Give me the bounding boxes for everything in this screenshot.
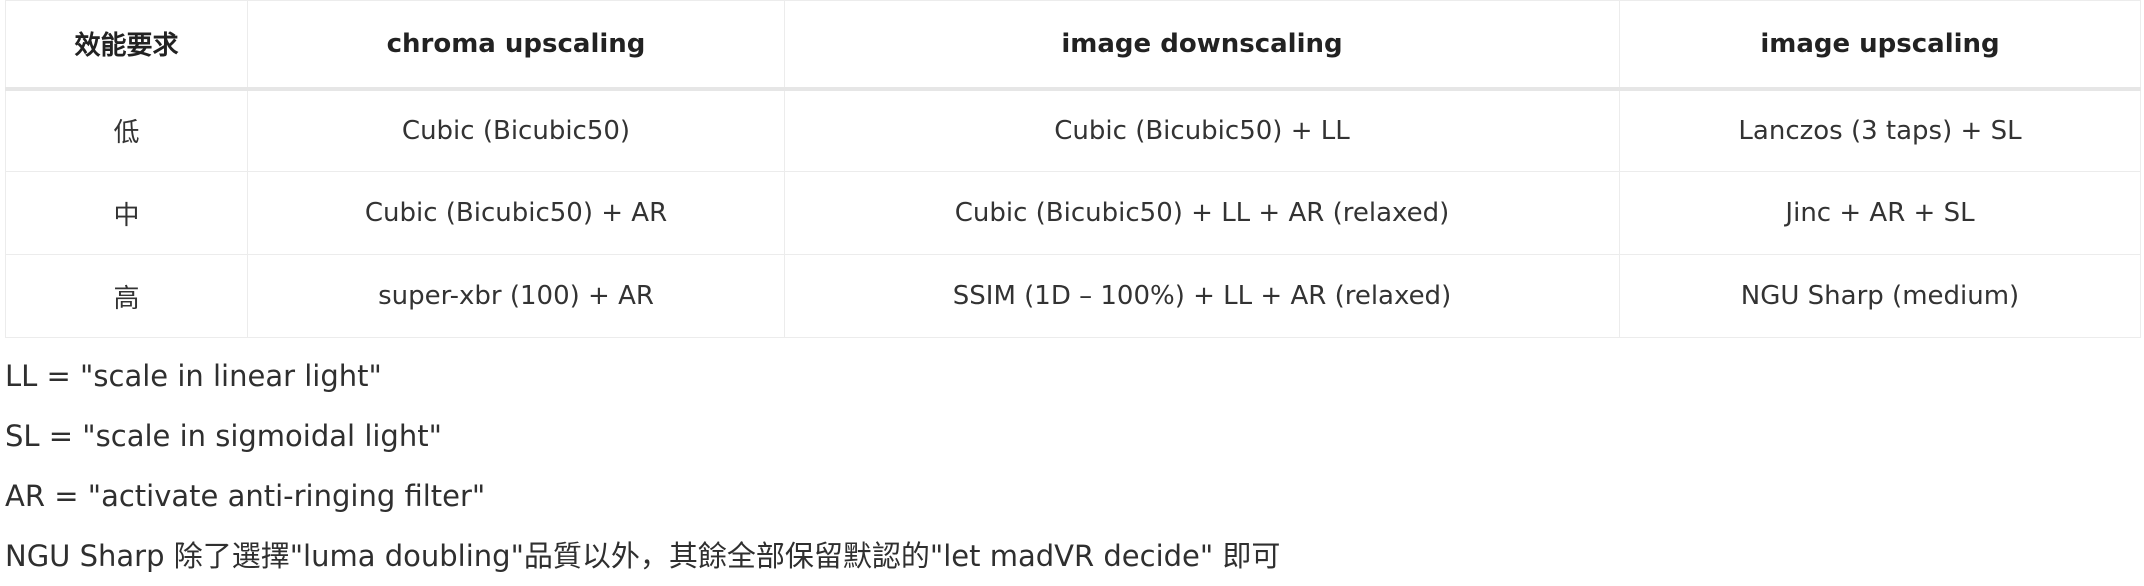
note-ll: LL = "scale in linear light" [5,359,382,393]
note-sl: SL = "scale in sigmoidal light" [5,419,442,453]
image-upscaling-cell: Jinc + AR + SL [1619,171,2141,255]
note-ngu-sharp: NGU Sharp 除了選擇"luma doubling"品質以外，其餘全部保留… [5,539,1281,573]
header-row: 效能要求 chroma upscaling image downscaling … [5,0,2141,91]
abbreviation-notes: LL = "scale in linear light" SL = "scale… [5,346,2140,586]
table-row: 高 super-xbr (100) + AR SSIM (1D – 100%) … [5,254,2141,338]
note-ar: AR = "activate anti-ringing filter" [5,479,486,513]
header-image-downscaling: image downscaling [784,0,1620,91]
chroma-upscaling-cell: super-xbr (100) + AR [247,254,785,338]
document-content: 效能要求 chroma upscaling image downscaling … [5,0,2141,586]
row-level-cell: 低 [5,88,248,172]
header-chroma-upscaling: chroma upscaling [247,0,785,91]
performance-settings-table: 效能要求 chroma upscaling image downscaling … [5,0,2141,338]
header-performance-requirement: 效能要求 [5,0,248,91]
chroma-upscaling-cell: Cubic (Bicubic50) [247,88,785,172]
row-level-cell: 高 [5,254,248,338]
table-header: 效能要求 chroma upscaling image downscaling … [5,0,2141,91]
image-upscaling-cell: Lanczos (3 taps) + SL [1619,88,2141,172]
image-downscaling-cell: Cubic (Bicubic50) + LL [784,88,1620,172]
image-downscaling-cell: Cubic (Bicubic50) + LL + AR (relaxed) [784,171,1620,255]
table-row: 中 Cubic (Bicubic50) + AR Cubic (Bicubic5… [5,171,2141,255]
chroma-upscaling-cell: Cubic (Bicubic50) + AR [247,171,785,255]
table-row: 低 Cubic (Bicubic50) Cubic (Bicubic50) + … [5,88,2141,172]
row-level-cell: 中 [5,171,248,255]
image-downscaling-cell: SSIM (1D – 100%) + LL + AR (relaxed) [784,254,1620,338]
table-body: 低 Cubic (Bicubic50) Cubic (Bicubic50) + … [5,88,2141,338]
header-image-upscaling: image upscaling [1619,0,2141,91]
image-upscaling-cell: NGU Sharp (medium) [1619,254,2141,338]
